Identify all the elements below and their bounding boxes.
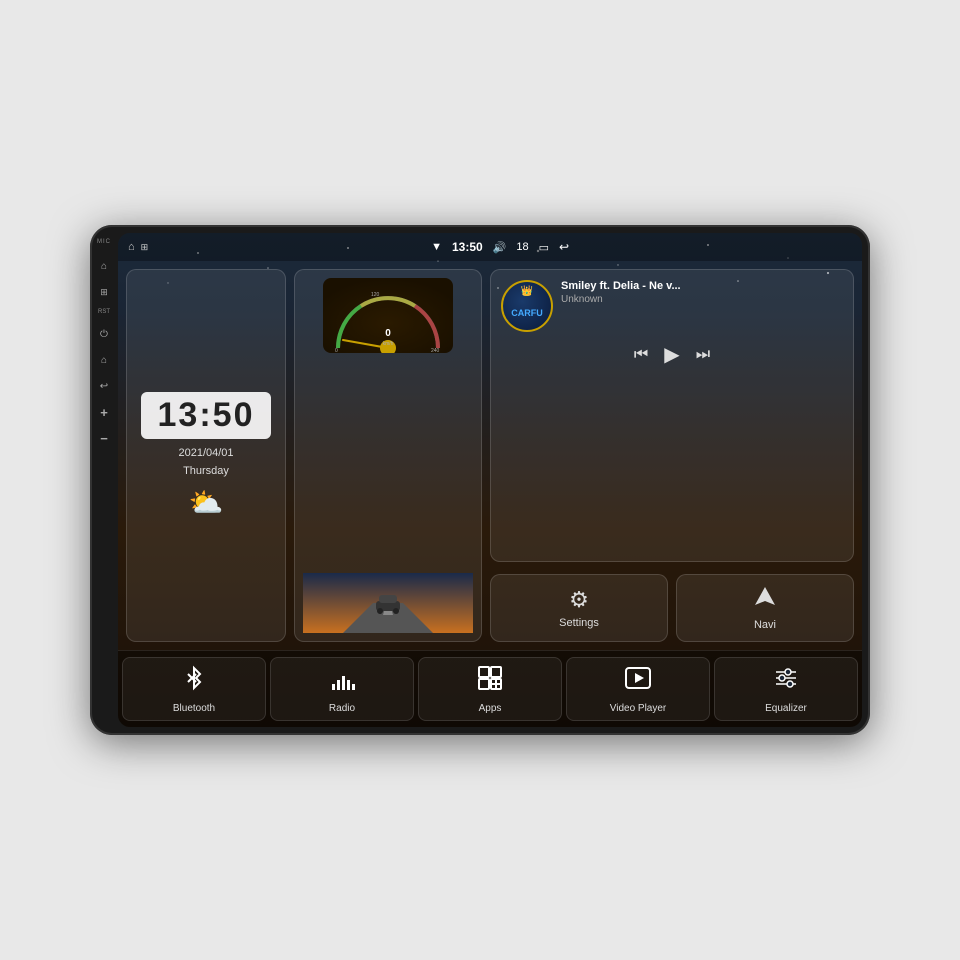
main-content: 13:50 2021/04/01 Thursday ⛅ xyxy=(118,261,862,727)
status-left: ⌂ ⊞ xyxy=(128,241,148,253)
carfu-logo: 👑 CARFU xyxy=(501,280,553,332)
clock-display: 13:50 xyxy=(141,392,271,439)
video-icon xyxy=(624,664,652,699)
status-bar: ⌂ ⊞ ▼ 13:50 🔊 18 ▭ ↩ xyxy=(118,233,862,261)
music-controls: ⏮ ▶ ⏭ xyxy=(501,342,843,367)
svg-text:0: 0 xyxy=(335,348,338,353)
music-top: 👑 CARFU Smiley ft. Delia - Ne v... Unkno… xyxy=(501,280,843,332)
wifi-icon: ▼ xyxy=(431,241,442,253)
music-info: Smiley ft. Delia - Ne v... Unknown xyxy=(561,280,843,305)
settings-icon: ⚙ xyxy=(569,587,589,613)
apps-button[interactable]: Apps xyxy=(418,657,562,721)
navi-icon xyxy=(753,585,777,615)
bluetooth-label: Bluetooth xyxy=(173,703,215,714)
equalizer-icon xyxy=(772,664,800,699)
clock-date-line2: Thursday xyxy=(141,463,271,481)
weather-symbol: ⛅ xyxy=(189,487,224,518)
launcher-status-icon: ⊞ xyxy=(141,242,149,253)
volume-icon: 🔊 xyxy=(493,241,507,254)
side-btn-vol-down[interactable]: − xyxy=(97,431,111,445)
video-label: Video Player xyxy=(610,703,667,714)
svg-text:km/h: km/h xyxy=(383,341,394,347)
bottom-bar: Bluetooth Radio xyxy=(118,650,862,727)
side-btn-back[interactable]: ↩ xyxy=(97,379,111,393)
apps-label: Apps xyxy=(479,703,502,714)
crown-icon: 👑 xyxy=(521,286,533,297)
clock-date: 2021/04/01 Thursday xyxy=(141,445,271,480)
settings-label: Settings xyxy=(559,617,599,629)
speedometer-svg: 0 120 240 0 km/h xyxy=(323,278,453,353)
side-btn-vol-up[interactable]: + xyxy=(97,405,111,419)
right-column: 👑 CARFU Smiley ft. Delia - Ne v... Unkno… xyxy=(490,269,854,642)
play-button[interactable]: ▶ xyxy=(664,342,679,367)
bluetooth-icon xyxy=(180,664,208,699)
side-buttons-panel: MIC ⌂ ⊞ RST ⏻ ⌂ ↩ + − xyxy=(90,225,118,735)
window-icon: ▭ xyxy=(539,241,549,254)
bluetooth-button[interactable]: Bluetooth xyxy=(122,657,266,721)
side-btn-home[interactable]: ⌂ xyxy=(97,259,111,273)
back-status-icon: ↩ xyxy=(559,240,569,254)
radio-button[interactable]: Radio xyxy=(270,657,414,721)
clock-date-line1: 2021/04/01 xyxy=(141,445,271,463)
radio-label: Radio xyxy=(329,703,355,714)
svg-text:0: 0 xyxy=(385,328,391,339)
equalizer-button[interactable]: Equalizer xyxy=(714,657,858,721)
side-btn-launcher[interactable]: ⊞ xyxy=(97,285,111,299)
svg-text:120: 120 xyxy=(371,292,380,298)
apps-icon xyxy=(476,664,504,699)
road-scene-svg xyxy=(303,573,473,633)
widgets-row: 13:50 2021/04/01 Thursday ⛅ xyxy=(118,261,862,650)
music-widget: 👑 CARFU Smiley ft. Delia - Ne v... Unkno… xyxy=(490,269,854,562)
settings-button[interactable]: ⚙ Settings xyxy=(490,574,668,642)
clock-time: 13:50 xyxy=(158,396,255,434)
side-btn-power[interactable]: ⏻ xyxy=(97,327,111,341)
prev-button[interactable]: ⏮ xyxy=(634,346,648,364)
equalizer-label: Equalizer xyxy=(765,703,807,714)
radio-icon xyxy=(328,664,356,699)
navi-label: Navi xyxy=(754,619,776,631)
status-time: 13:50 xyxy=(452,240,483,254)
video-player-button[interactable]: Video Player xyxy=(566,657,710,721)
next-button[interactable]: ⏭ xyxy=(696,346,710,364)
status-center: ▼ 13:50 🔊 18 ▭ ↩ xyxy=(431,240,569,254)
screen: ⌂ ⊞ ▼ 13:50 🔊 18 ▭ ↩ 13:50 xyxy=(118,233,862,727)
navi-button[interactable]: Navi xyxy=(676,574,854,642)
music-title: Smiley ft. Delia - Ne v... xyxy=(561,280,843,292)
weather-icon: ⛅ xyxy=(141,486,271,519)
mic-label: MIC xyxy=(97,239,111,245)
speed-widget: 0 120 240 0 km/h xyxy=(294,269,482,642)
music-artist: Unknown xyxy=(561,294,843,305)
settings-navi-row: ⚙ Settings Navi xyxy=(490,574,854,642)
clock-widget: 13:50 2021/04/01 Thursday ⛅ xyxy=(126,269,286,642)
car-stereo-device: MIC ⌂ ⊞ RST ⏻ ⌂ ↩ + − xyxy=(90,225,870,735)
volume-level: 18 xyxy=(516,241,528,253)
carfu-text: CARFU xyxy=(511,308,543,318)
rst-label: RST xyxy=(98,309,110,315)
home-status-icon: ⌂ xyxy=(128,241,135,253)
svg-text:240: 240 xyxy=(431,348,440,353)
side-btn-home2[interactable]: ⌂ xyxy=(97,353,111,367)
